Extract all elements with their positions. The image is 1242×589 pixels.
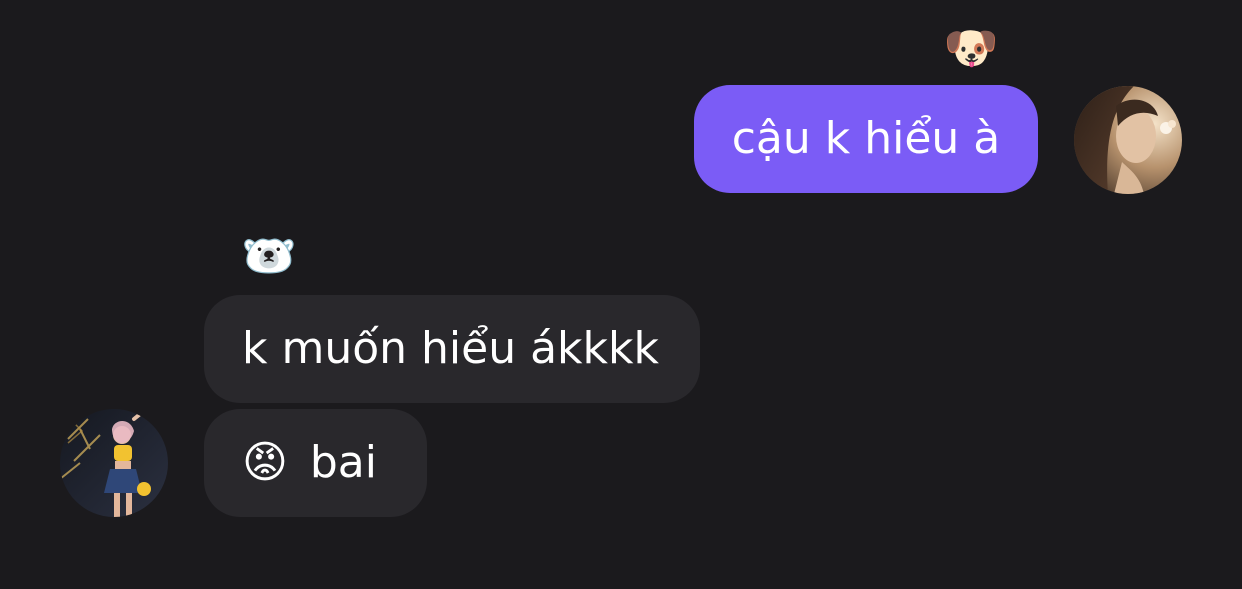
self-avatar[interactable] (1074, 86, 1182, 194)
received-message-bubble[interactable]: 😡 bai (204, 409, 427, 517)
avatar-photo-girl (60, 409, 168, 517)
received-message-text: k muốn hiểu ákkkk (242, 323, 659, 374)
avatar-photo-woman (1074, 86, 1182, 194)
polar-bear-reaction-icon[interactable]: 🐻‍❄️ (242, 230, 297, 284)
contact-avatar[interactable] (60, 409, 168, 517)
sent-message-bubble[interactable]: cậu k hiểu à (694, 85, 1038, 193)
sent-message-text: cậu k hiểu à (731, 113, 1001, 164)
angry-face-icon: 😡 (242, 437, 288, 488)
received-message-bubble[interactable]: k muốn hiểu ákkkk (204, 295, 700, 403)
received-message-text: bai (309, 437, 377, 488)
dog-reaction-icon[interactable]: 🐶 (944, 22, 999, 76)
